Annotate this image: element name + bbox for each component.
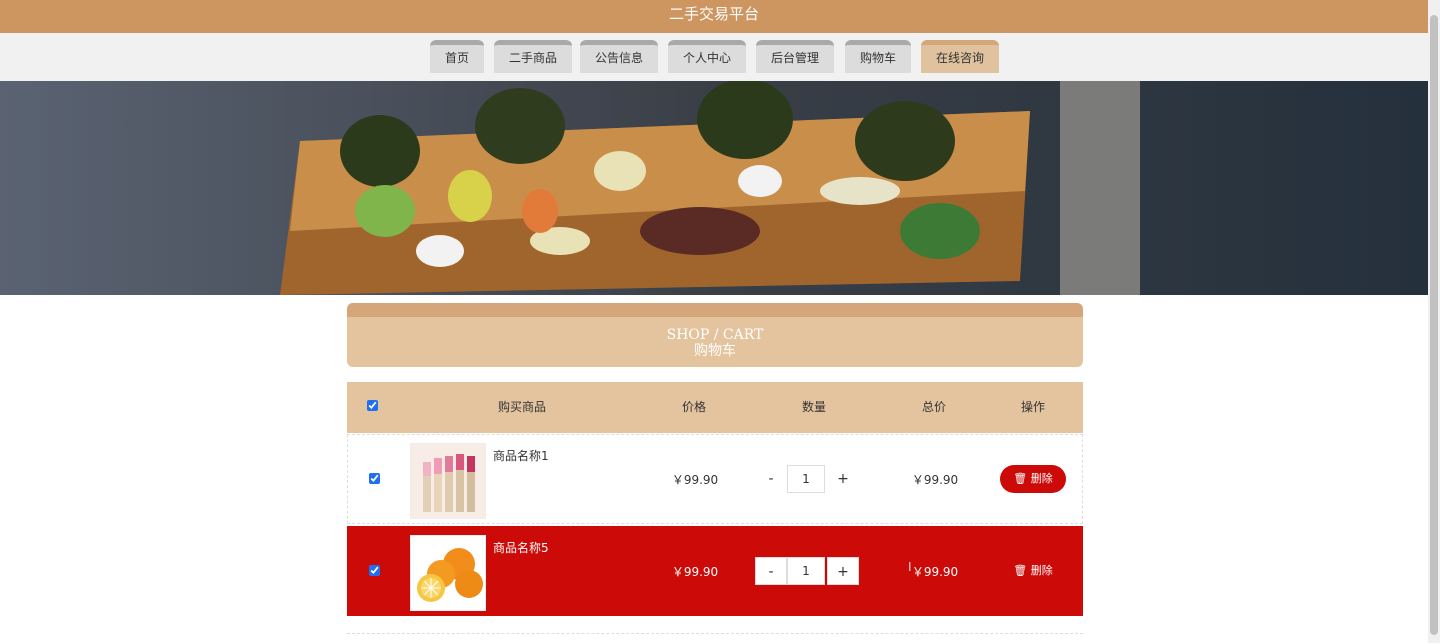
qty-plus-button[interactable]: + bbox=[827, 465, 859, 493]
scrollbar-thumb[interactable] bbox=[1430, 15, 1438, 635]
cart-title-zh: 购物车 bbox=[694, 343, 736, 359]
product-thumbnail[interactable] bbox=[410, 443, 486, 519]
cart-table-header: 购买商品 价格 数量 总价 操作 bbox=[347, 382, 1083, 433]
qty-plus-button[interactable]: + bbox=[827, 557, 859, 585]
product-price: ￥99.90 bbox=[671, 473, 719, 487]
cart-title-en: SHOP / CART bbox=[666, 327, 764, 343]
site-title-bar: 二手交易平台 bbox=[0, 0, 1428, 33]
nav-tab-notices[interactable]: 公告信息 bbox=[580, 40, 658, 73]
cart-row: 商品名称5 ￥99.90 - 1 + ￥99.90 🗑 删除 bbox=[347, 526, 1083, 616]
trash-icon: 🗑 bbox=[1013, 564, 1031, 577]
delete-button[interactable]: 🗑 删除 bbox=[1000, 465, 1066, 493]
qty-minus-button[interactable]: - bbox=[755, 465, 787, 493]
cart-row: 商品名称1 ￥99.90 - 1 + ￥99.90 🗑 删除 bbox=[347, 434, 1083, 524]
row-checkbox[interactable] bbox=[368, 473, 380, 484]
header-product: 购买商品 bbox=[497, 400, 546, 414]
qty-input[interactable]: 1 bbox=[787, 465, 825, 493]
row-select-cell bbox=[368, 435, 380, 525]
quantity-stepper: - 1 + bbox=[755, 557, 861, 585]
product-name[interactable]: 商品名称5 bbox=[493, 541, 549, 555]
site-title: 二手交易平台 bbox=[668, 5, 759, 23]
food-banner-illustration bbox=[0, 81, 1428, 295]
product-thumbnail[interactable] bbox=[410, 535, 486, 611]
trash-icon: 🗑 bbox=[1013, 472, 1031, 485]
main-nav: 首页 二手商品 公告信息 个人中心 后台管理 购物车 在线咨询 bbox=[0, 33, 1428, 81]
nav-tab-home[interactable]: 首页 bbox=[430, 40, 484, 73]
cart-title-panel: SHOP / CART 购物车 bbox=[347, 303, 1083, 367]
select-all-checkbox[interactable] bbox=[366, 400, 378, 411]
header-total: 总价 bbox=[921, 400, 946, 414]
nav-tab-cart[interactable]: 购物车 bbox=[845, 40, 911, 73]
nav-tab-profile[interactable]: 个人中心 bbox=[668, 40, 746, 73]
product-name[interactable]: 商品名称1 bbox=[493, 449, 549, 463]
table-bottom-divider bbox=[347, 633, 1083, 644]
header-price: 价格 bbox=[681, 400, 706, 414]
text-cursor-icon: I bbox=[908, 560, 912, 574]
header-quantity: 数量 bbox=[801, 400, 826, 414]
row-checkbox[interactable] bbox=[368, 565, 380, 576]
select-all-cell bbox=[366, 382, 378, 433]
header-action: 操作 bbox=[1020, 400, 1045, 414]
product-price: ￥99.90 bbox=[671, 565, 719, 579]
row-total: ￥99.90 bbox=[911, 565, 959, 579]
orange-image bbox=[411, 536, 485, 610]
nav-tab-consult[interactable]: 在线咨询 bbox=[921, 40, 999, 73]
title-strip bbox=[347, 303, 1083, 317]
nav-tab-admin[interactable]: 后台管理 bbox=[756, 40, 834, 73]
hero-banner-image bbox=[0, 81, 1428, 295]
delete-button[interactable]: 🗑 删除 bbox=[1000, 557, 1066, 585]
nav-tab-products[interactable]: 二手商品 bbox=[494, 40, 572, 73]
lipstick-image bbox=[411, 444, 485, 518]
delete-label: 删除 bbox=[1030, 564, 1053, 577]
quantity-stepper: - 1 + bbox=[755, 465, 861, 493]
page-scrollbar[interactable] bbox=[1428, 0, 1440, 643]
qty-input[interactable]: 1 bbox=[787, 557, 825, 585]
row-select-cell bbox=[368, 527, 380, 617]
qty-minus-button[interactable]: - bbox=[755, 557, 787, 585]
row-total: ￥99.90 bbox=[911, 473, 959, 487]
delete-label: 删除 bbox=[1030, 472, 1053, 485]
